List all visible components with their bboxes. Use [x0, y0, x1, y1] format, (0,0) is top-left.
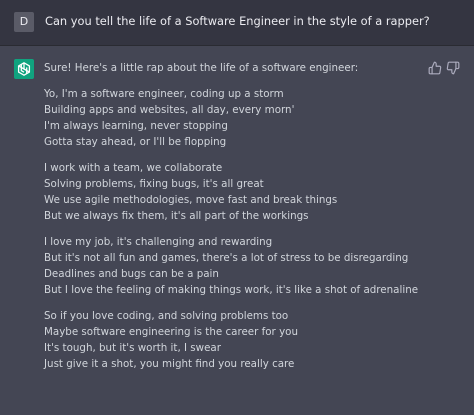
lyric-line: But I love the feeling of making things … — [44, 284, 419, 296]
lyric-line: Building apps and websites, all day, eve… — [44, 104, 295, 116]
lyric-line: We use agile methodologies, move fast an… — [44, 194, 338, 206]
assistant-answer: Sure! Here's a little rap about the life… — [44, 60, 464, 382]
verse-4: So if you love coding, and solving probl… — [44, 308, 464, 372]
lyric-line: Yo, I'm a software engineer, coding up a… — [44, 88, 284, 100]
user-message-text: Can you tell the life of a Software Engi… — [45, 14, 430, 28]
user-message-row: D Can you tell the life of a Software En… — [0, 0, 474, 46]
lyric-line: But we always fix them, it's all part of… — [44, 210, 309, 222]
lyric-line: It's tough, but it's worth it, I swear — [44, 342, 221, 354]
lyric-line: I work with a team, we collaborate — [44, 162, 223, 174]
verse-1: Yo, I'm a software engineer, coding up a… — [44, 86, 464, 150]
lyric-line: Solving problems, fixing bugs, it's all … — [44, 178, 264, 190]
lyric-line: Gotta stay ahead, or I'll be flopping — [44, 136, 227, 148]
verse-3: I love my job, it's challenging and rewa… — [44, 234, 464, 298]
user-avatar: D — [14, 12, 34, 32]
lyric-line: I love my job, it's challenging and rewa… — [44, 236, 273, 248]
openai-logo-icon — [14, 59, 34, 79]
lyric-line: Deadlines and bugs can be a pain — [44, 268, 219, 280]
lyric-line: I'm always learning, never stopping — [44, 120, 228, 132]
verse-2: I work with a team, we collaborate Solvi… — [44, 160, 464, 224]
lyric-line: So if you love coding, and solving probl… — [44, 310, 289, 322]
assistant-message-row: Sure! Here's a little rap about the life… — [0, 46, 474, 415]
answer-intro: Sure! Here's a little rap about the life… — [44, 62, 359, 74]
lyric-line: Just give it a shot, you might find you … — [44, 358, 295, 370]
lyric-line: But it's not all fun and games, there's … — [44, 252, 409, 264]
lyric-line: Maybe software engineering is the career… — [44, 326, 298, 338]
